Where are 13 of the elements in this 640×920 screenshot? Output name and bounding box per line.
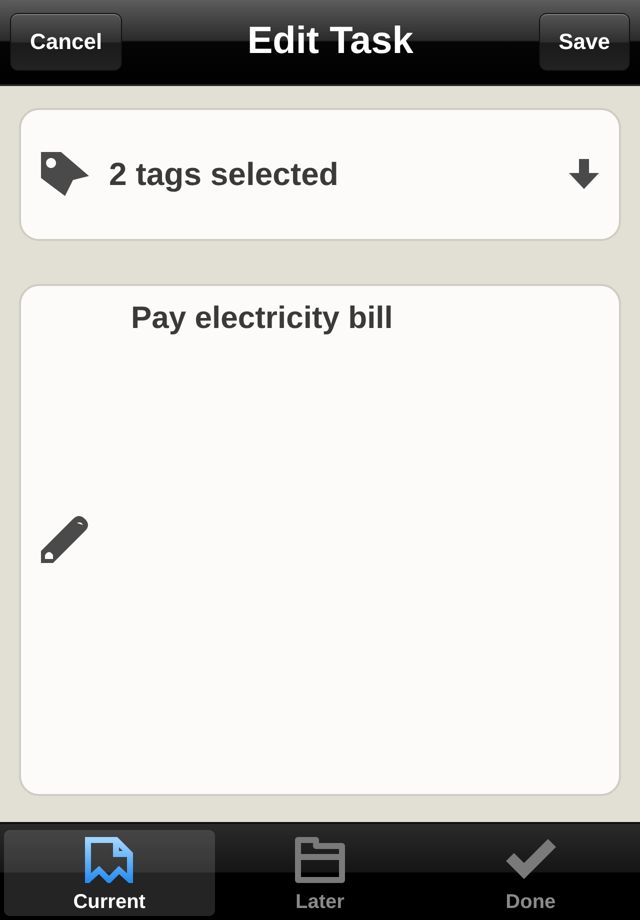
down-arrow-icon: [567, 159, 601, 190]
task-text[interactable]: Pay electricity bill: [131, 300, 393, 336]
tab[interactable]: Later: [214, 830, 426, 916]
document-icon: [84, 837, 134, 884]
save-button[interactable]: Save: [538, 12, 630, 71]
tag-picker[interactable]: 2 tags selected: [19, 108, 621, 241]
cancel-button[interactable]: Cancel: [10, 12, 122, 71]
folder-icon: [295, 837, 345, 884]
tab[interactable]: Current: [4, 830, 215, 916]
screen-title: Edit Task: [247, 20, 414, 64]
tab[interactable]: Done: [425, 830, 636, 916]
tag-icon: [41, 150, 89, 198]
pencil-icon: [41, 515, 91, 565]
